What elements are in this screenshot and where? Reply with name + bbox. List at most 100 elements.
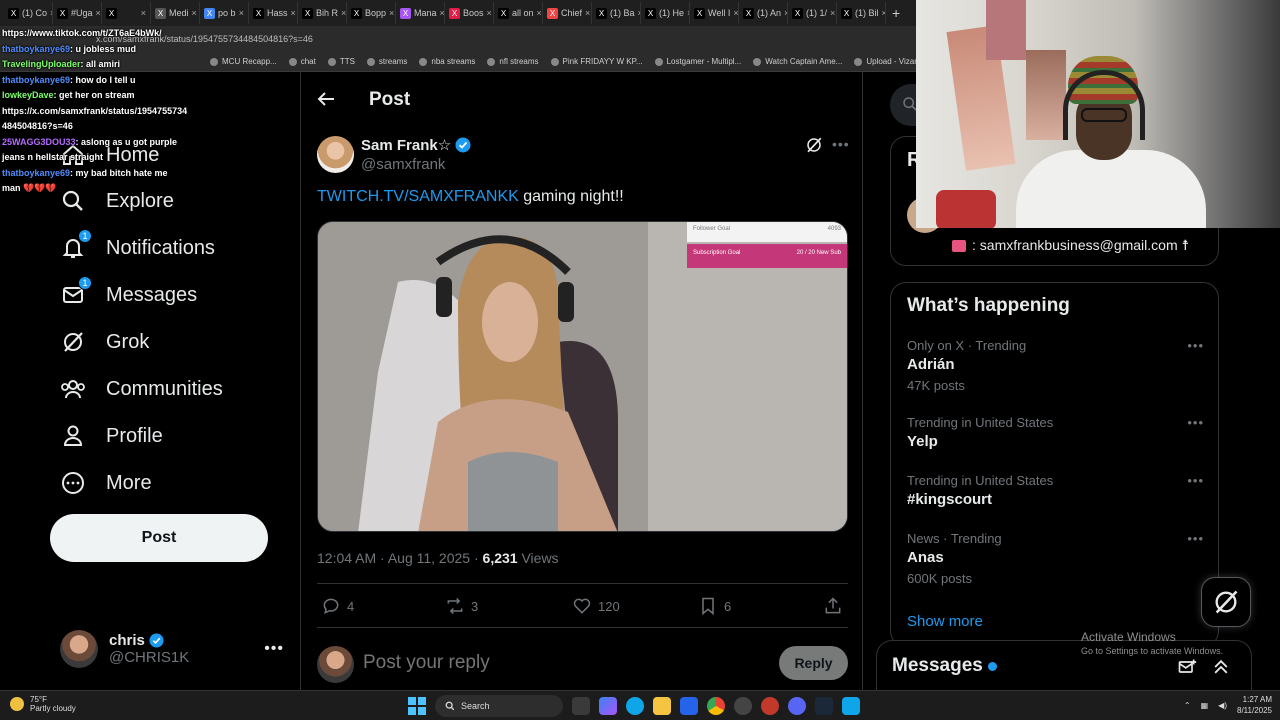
discord-icon[interactable]	[788, 697, 806, 715]
more-dots-icon[interactable]: •••	[264, 640, 284, 658]
repost-action[interactable]: 3	[445, 596, 478, 616]
clock[interactable]: 1:27 AM 8/11/2025	[1237, 694, 1272, 716]
bookmark-item[interactable]: Watch Captain Ame...	[753, 57, 842, 66]
close-icon[interactable]: ×	[341, 8, 346, 18]
close-icon[interactable]: ×	[440, 8, 444, 18]
chrome-icon[interactable]	[707, 697, 725, 715]
expand-up-icon[interactable]	[1211, 657, 1231, 682]
account-switcher[interactable]: chris @CHRIS1K •••	[60, 628, 284, 670]
reply-input[interactable]	[363, 652, 743, 674]
close-icon[interactable]: ×	[96, 8, 101, 18]
close-icon[interactable]: ×	[733, 8, 738, 18]
nav-item-notifications[interactable]: 1 Notifications	[60, 229, 215, 261]
close-icon[interactable]: ×	[537, 8, 542, 18]
show-more-link[interactable]: Show more	[907, 613, 983, 630]
trend-context: News · Trending	[907, 531, 1002, 546]
new-message-icon[interactable]	[1177, 657, 1197, 682]
bookmark-item[interactable]: Upload - Vizard	[854, 57, 916, 66]
trend-item[interactable]: Trending in United States Yelp •••	[907, 415, 1204, 450]
close-icon[interactable]: ×	[239, 8, 244, 18]
bookmark-item[interactable]: chat	[288, 57, 316, 66]
file-explorer-icon[interactable]	[653, 697, 671, 715]
trend-item[interactable]: Trending in United States #kingscourt ••…	[907, 473, 1204, 508]
obs-icon[interactable]	[734, 697, 752, 715]
close-icon[interactable]: ×	[389, 8, 394, 18]
trend-more-dots-icon[interactable]: •••	[1187, 473, 1204, 488]
task-view-icon[interactable]	[572, 697, 590, 715]
tab-favicon-icon: X	[449, 7, 460, 19]
browser-tab[interactable]: X Chief ×	[543, 2, 592, 24]
calculator-icon[interactable]	[842, 697, 860, 715]
bookmark-action[interactable]: 6	[698, 596, 731, 616]
compose-post-button[interactable]: Post	[50, 514, 268, 562]
close-icon[interactable]: ×	[585, 8, 590, 18]
trend-item[interactable]: Only on X · Trending Adrián 47K posts ••…	[907, 338, 1204, 393]
browser-tab[interactable]: X Medi ×	[151, 2, 200, 24]
browser-tab[interactable]: X (1) 1/×	[788, 2, 837, 24]
nav-item-communities[interactable]: Communities	[60, 376, 223, 402]
bookmark-item[interactable]: streams	[366, 57, 407, 66]
author-avatar[interactable]	[317, 136, 354, 173]
browser-tab[interactable]: X Bopp ×	[347, 2, 396, 24]
browser-tab[interactable]: X ×	[102, 2, 151, 24]
copilot-icon[interactable]	[599, 697, 617, 715]
browser-tab[interactable]: X Mana ×	[396, 2, 445, 24]
browser-tab[interactable]: X(1) An×	[739, 2, 788, 24]
steam-icon[interactable]	[815, 697, 833, 715]
close-icon[interactable]: ×	[830, 8, 835, 18]
trend-more-dots-icon[interactable]: •••	[1187, 415, 1204, 430]
browser-tab[interactable]: X #Uga ×	[53, 2, 102, 24]
like-action[interactable]: 120	[572, 596, 620, 616]
opera-icon[interactable]	[761, 697, 779, 715]
taskbar-search[interactable]: Search	[435, 695, 563, 717]
author-name[interactable]: Sam Frank☆	[361, 136, 471, 154]
trend-more-dots-icon[interactable]: •••	[1187, 338, 1204, 353]
close-icon[interactable]: ×	[192, 8, 197, 18]
close-icon[interactable]: ×	[141, 8, 146, 18]
back-arrow-icon[interactable]	[317, 90, 337, 110]
new-tab-icon[interactable]: +	[886, 5, 906, 21]
trend-more-dots-icon[interactable]: •••	[1187, 531, 1204, 546]
browser-tab[interactable]: X Boos ×	[445, 2, 494, 24]
grok-explain-icon[interactable]	[805, 136, 823, 154]
reply-action[interactable]: 4	[321, 596, 354, 616]
post-media-image[interactable]: Follower Goal 4093 Subscription Goal 20 / …	[317, 221, 848, 532]
weather-widget[interactable]: 75°F Partly cloudy	[10, 695, 76, 713]
browser-tab[interactable]: X(1) Ba×	[592, 2, 641, 24]
nav-item-more[interactable]: More	[60, 470, 152, 496]
author-handle[interactable]: @samxfrank	[361, 156, 445, 173]
nav-item-messages[interactable]: 1 Messages	[60, 276, 197, 308]
browser-tab[interactable]: X(1) He×	[641, 2, 690, 24]
bookmark-item[interactable]: Pink FRIDAYY W KP...	[550, 57, 643, 66]
close-icon[interactable]: ×	[487, 8, 492, 18]
network-icon[interactable]: ▦	[1201, 701, 1209, 710]
post-time[interactable]: 12:04 AM · Aug 11, 2025 ·	[317, 550, 483, 566]
trend-item[interactable]: News · Trending Anas 600K posts •••	[907, 531, 1204, 586]
bookmark-item[interactable]: nfl streams	[487, 57, 539, 66]
edge-icon[interactable]	[626, 697, 644, 715]
bookmark-item[interactable]: TTS	[327, 57, 355, 66]
windows-start-icon[interactable]	[408, 697, 426, 715]
post-more-dots-icon[interactable]: •••	[832, 136, 850, 152]
store-icon[interactable]	[680, 697, 698, 715]
nav-item-grok[interactable]: Grok	[60, 329, 149, 355]
browser-tab[interactable]: Xall on ×	[494, 2, 543, 24]
browser-tab[interactable]: X(1) Co×	[4, 2, 53, 24]
browser-tab[interactable]: X Well I ×	[690, 2, 739, 24]
grok-floating-button[interactable]	[1201, 577, 1251, 627]
bookmark-favicon-icon	[419, 57, 428, 66]
browser-tab[interactable]: Xpo b ×	[200, 2, 249, 24]
browser-tab[interactable]: X Bih R ×	[298, 2, 347, 24]
author-display-name[interactable]: Sam Frank☆	[361, 136, 451, 154]
bookmark-item[interactable]: nba streams	[419, 57, 475, 66]
browser-tab[interactable]: X(1) Bil×	[837, 2, 886, 24]
bookmark-item[interactable]: Lostgamer - Multipl...	[654, 57, 741, 66]
reply-button[interactable]: Reply	[779, 646, 848, 680]
post-link[interactable]: TWITCH.TV/SAMXFRANKK	[317, 188, 519, 205]
close-icon[interactable]: ×	[291, 8, 296, 18]
chevron-up-icon[interactable]: ⌃	[1184, 701, 1191, 710]
volume-icon[interactable]: ◀)	[1218, 701, 1227, 710]
nav-item-profile[interactable]: Profile	[60, 423, 163, 449]
share-action[interactable]	[823, 596, 843, 616]
browser-tab[interactable]: X Hass ×	[249, 2, 298, 24]
